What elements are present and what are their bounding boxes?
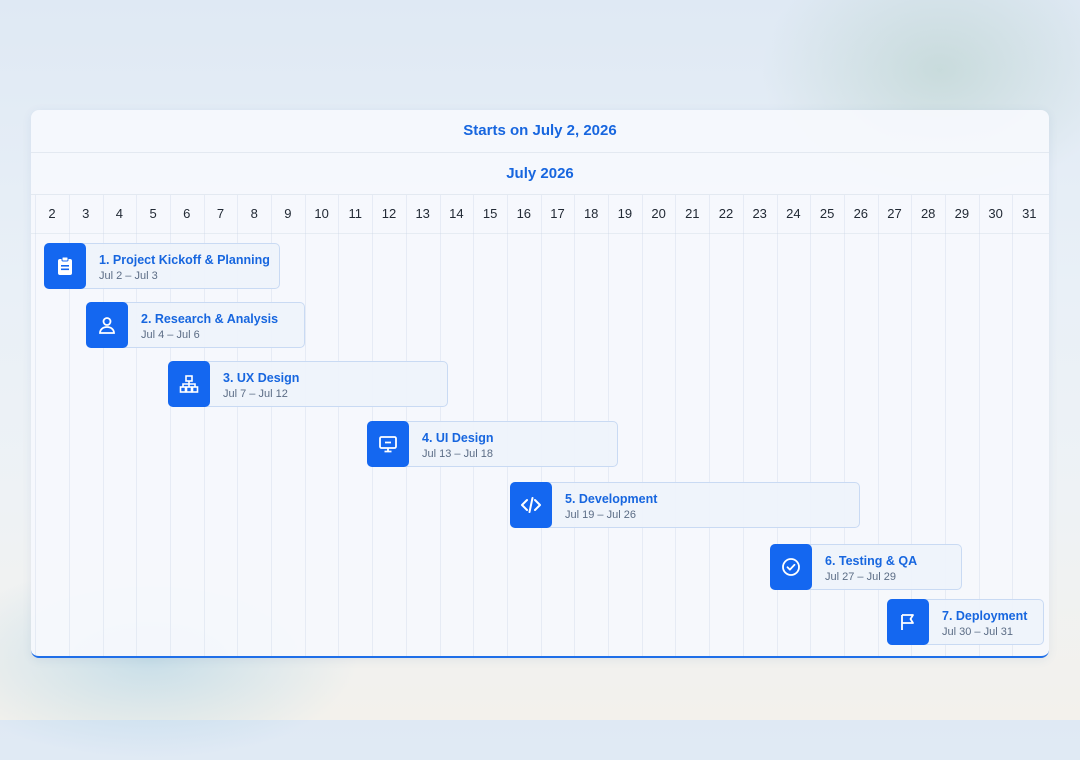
task-title: 7. Deployment — [942, 609, 1028, 623]
day-label: 7 — [216, 206, 225, 221]
start-date-header: Starts on July 2, 2026 — [31, 110, 1049, 153]
day-label: 12 — [381, 206, 397, 221]
task-bar-kickoff[interactable]: 1. Project Kickoff & Planning Jul 2 – Ju… — [44, 243, 280, 289]
task-dates: Jul 7 – Jul 12 — [223, 388, 288, 400]
day-label: 22 — [718, 206, 734, 221]
day-label: 15 — [482, 206, 498, 221]
code-icon — [510, 482, 552, 528]
month-header: July 2026 — [31, 153, 1049, 195]
day-label: 28 — [920, 206, 936, 221]
day-gridline — [709, 195, 711, 656]
task-title: 4. UI Design — [422, 431, 494, 445]
day-label: 2 — [48, 206, 56, 221]
day-label: 17 — [550, 206, 565, 221]
task-bar-research[interactable]: 2. Research & Analysis Jul 4 – Jul 6 — [86, 302, 305, 348]
user-icon — [86, 302, 128, 348]
day-label: 4 — [115, 206, 123, 221]
day-gridline — [1012, 195, 1014, 656]
task-title: 6. Testing & QA — [825, 554, 918, 568]
task-dates: Jul 2 – Jul 3 — [99, 270, 158, 282]
day-label: 8 — [250, 206, 258, 221]
day-label: 26 — [853, 206, 869, 221]
day-gridline — [338, 195, 340, 656]
task-bar-deployment[interactable]: 7. Deployment Jul 30 – Jul 31 — [887, 599, 1044, 645]
day-label: 30 — [988, 206, 1003, 221]
day-label: 23 — [752, 206, 767, 221]
day-gridline — [675, 195, 677, 656]
day-label: 11 — [348, 206, 363, 221]
check-circle-icon — [770, 544, 812, 590]
day-label: 16 — [516, 206, 532, 221]
day-gridline — [304, 195, 306, 656]
day-label: 10 — [314, 206, 329, 221]
flag-icon — [887, 599, 929, 645]
task-bar-development[interactable]: 5. Development Jul 19 – Jul 26 — [510, 482, 860, 528]
day-label: 18 — [583, 206, 599, 221]
day-label: 13 — [415, 206, 430, 221]
day-gridline — [35, 195, 37, 656]
day-label: 31 — [1022, 206, 1037, 221]
task-dates: Jul 27 – Jul 29 — [825, 571, 896, 583]
task-bar-ui-design[interactable]: 4. UI Design Jul 13 – Jul 18 — [367, 421, 618, 467]
day-label: 20 — [651, 206, 666, 221]
day-label: 19 — [617, 206, 633, 221]
gantt-card: Starts on July 2, 2026 July 2026 2345678… — [31, 110, 1049, 658]
task-title: 1. Project Kickoff & Planning — [99, 253, 270, 267]
task-dates: Jul 4 – Jul 6 — [141, 329, 200, 341]
day-label: 9 — [284, 206, 292, 221]
task-title: 3. UX Design — [223, 371, 300, 385]
day-label: 6 — [183, 206, 191, 221]
day-gridline — [641, 195, 643, 656]
task-dates: Jul 30 – Jul 31 — [942, 626, 1013, 638]
day-label: 5 — [149, 206, 157, 221]
task-bar-testing[interactable]: 6. Testing & QA Jul 27 – Jul 29 — [770, 544, 962, 590]
day-label: 21 — [685, 206, 700, 221]
day-label: 25 — [819, 206, 835, 221]
task-title: 5. Development — [565, 492, 658, 506]
task-dates: Jul 13 – Jul 18 — [422, 448, 493, 460]
day-label: 3 — [82, 206, 90, 221]
day-gridline — [978, 195, 980, 656]
day-label: 24 — [786, 206, 801, 221]
day-gridline — [742, 195, 744, 656]
monitor-icon — [367, 421, 409, 467]
task-dates: Jul 19 – Jul 26 — [565, 509, 636, 521]
day-label: 14 — [449, 206, 464, 221]
clipboard-icon — [44, 243, 86, 289]
sitemap-icon — [168, 361, 210, 407]
task-bar-ux-design[interactable]: 3. UX Design Jul 7 – Jul 12 — [168, 361, 448, 407]
day-label: 29 — [954, 206, 970, 221]
task-title: 2. Research & Analysis — [141, 312, 279, 326]
day-label: 27 — [887, 206, 902, 221]
